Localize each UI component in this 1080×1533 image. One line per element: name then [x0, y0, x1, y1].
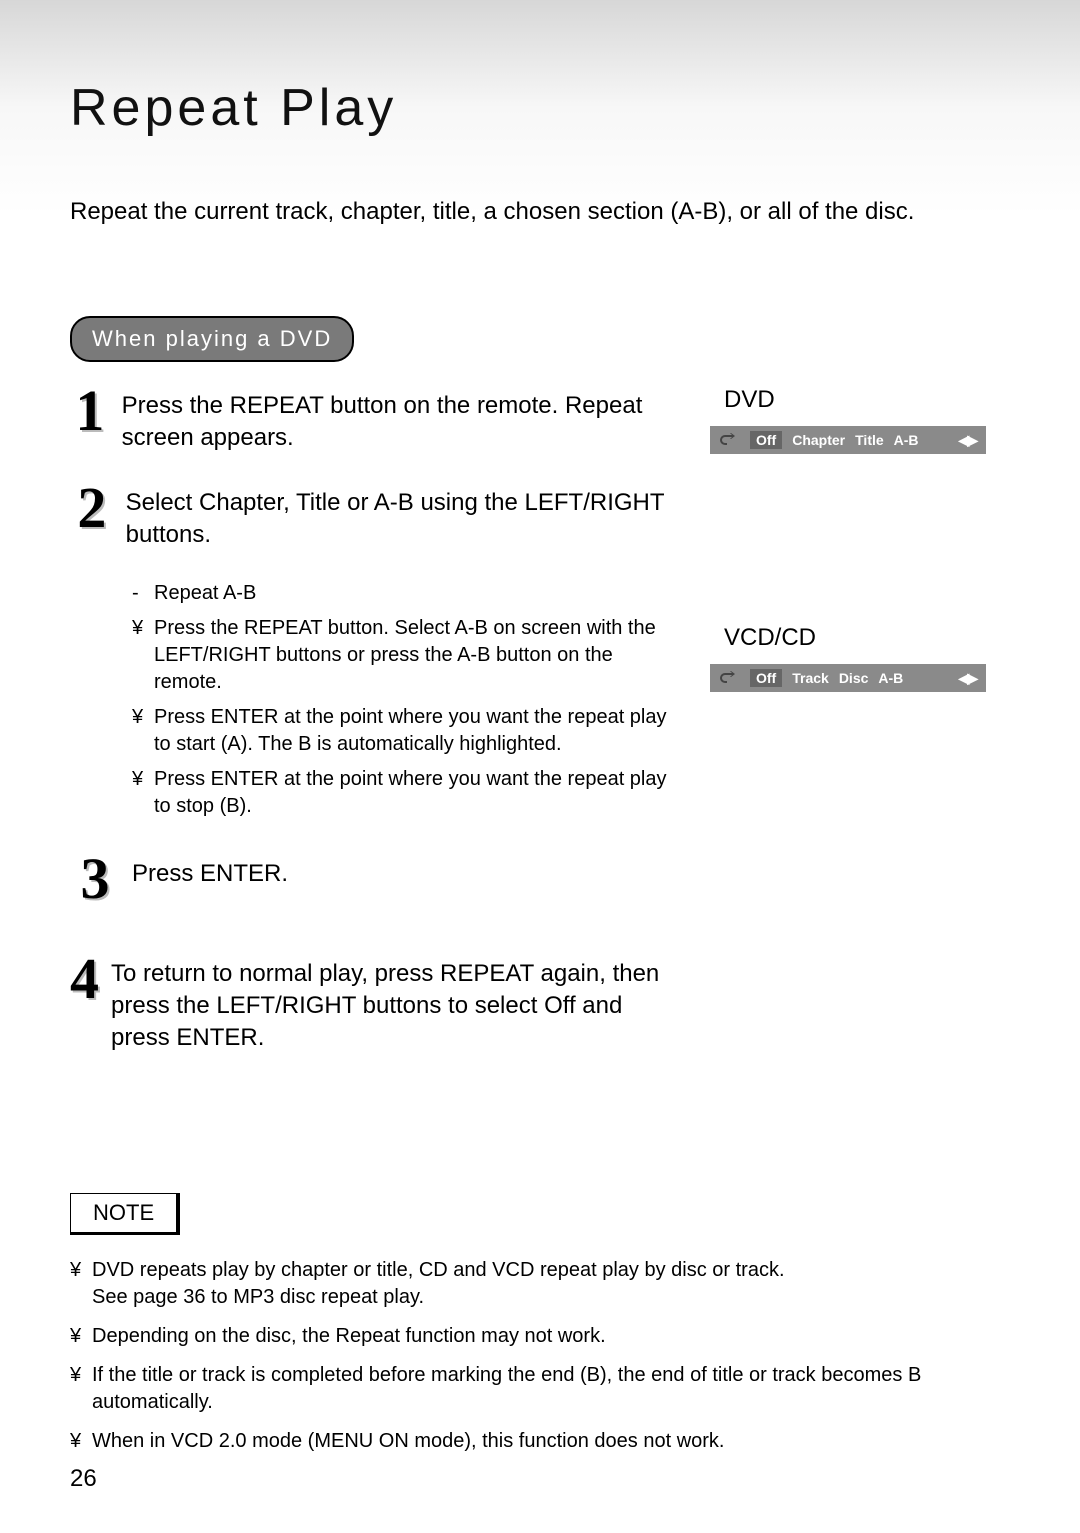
- note-line: DVD repeats play by chapter or title, CD…: [92, 1259, 785, 1281]
- list-item-text: Press ENTER at the point where you want …: [154, 704, 676, 758]
- step-number: 3: [70, 850, 120, 908]
- step-text: To return to normal play, press REPEAT a…: [111, 954, 676, 1055]
- step-text: Press the REPEAT button on the remote. R…: [122, 386, 676, 455]
- repeat-ab-sublist: - Repeat A-B ¥ Press the REPEAT button. …: [132, 580, 676, 820]
- notes-list: ¥ DVD repeats play by chapter or title, …: [70, 1257, 1010, 1455]
- bullet-yen: ¥: [132, 615, 154, 642]
- bullet-dash: -: [132, 580, 154, 607]
- manual-page: Repeat Play Repeat the current track, ch…: [0, 0, 1080, 1533]
- page-number: 26: [70, 1465, 97, 1493]
- repeat-loop-icon: [716, 671, 740, 685]
- osd-vcd-block: VCD/CD Off Track Disc A-B ◀▶: [710, 624, 1010, 692]
- osd-option-title: Title: [855, 432, 884, 448]
- page-title: Repeat Play: [70, 78, 1010, 138]
- section-pill-when-playing-dvd: When playing a DVD: [70, 316, 354, 362]
- step-text: Select Chapter, Title or A-B using the L…: [126, 483, 676, 552]
- list-item: ¥ Press the REPEAT button. Select A-B on…: [132, 615, 676, 696]
- step-text: Press ENTER.: [132, 854, 288, 890]
- list-item: ¥ DVD repeats play by chapter or title, …: [70, 1257, 1010, 1311]
- list-item-text: If the title or track is completed befor…: [92, 1362, 1010, 1416]
- step-number: 2: [70, 479, 114, 537]
- list-item-text: Depending on the disc, the Repeat functi…: [92, 1323, 606, 1350]
- osd-option-track: Track: [792, 670, 829, 686]
- repeat-loop-icon: [716, 433, 740, 447]
- intro-text: Repeat the current track, chapter, title…: [70, 198, 1010, 226]
- step-3: 3 Press ENTER.: [70, 854, 676, 908]
- note-line: See page 36 to MP3 disc repeat play.: [92, 1286, 424, 1308]
- osd-bar-vcd: Off Track Disc A-B ◀▶: [710, 664, 986, 692]
- osd-option-off: Off: [750, 669, 782, 687]
- osd-label-vcd: VCD/CD: [710, 624, 1010, 652]
- left-right-arrows-icon: ◀▶: [958, 670, 976, 687]
- list-item-text: Repeat A-B: [154, 580, 256, 607]
- list-item: - Repeat A-B: [132, 580, 676, 607]
- bullet-yen: ¥: [70, 1323, 92, 1350]
- osd-option-disc: Disc: [839, 670, 869, 686]
- list-item: ¥ Press ENTER at the point where you wan…: [132, 704, 676, 758]
- step-number: 4: [70, 950, 99, 1008]
- bullet-yen: ¥: [70, 1257, 92, 1284]
- bullet-yen: ¥: [132, 704, 154, 731]
- step-number: 1: [70, 382, 110, 440]
- note-header: NOTE: [70, 1193, 180, 1235]
- osd-dvd-block: DVD Off Chapter Title A-B ◀▶: [710, 386, 1010, 454]
- osd-label-dvd: DVD: [710, 386, 1010, 414]
- list-item: ¥ Press ENTER at the point where you wan…: [132, 766, 676, 820]
- list-item-text: When in VCD 2.0 mode (MENU ON mode), thi…: [92, 1428, 724, 1455]
- list-item: ¥ If the title or track is completed bef…: [70, 1362, 1010, 1416]
- osd-option-ab: A-B: [878, 670, 903, 686]
- osd-option-chapter: Chapter: [792, 432, 845, 448]
- bullet-yen: ¥: [70, 1362, 92, 1389]
- bullet-yen: ¥: [132, 766, 154, 793]
- list-item-text: Press ENTER at the point where you want …: [154, 766, 676, 820]
- list-item: ¥ Depending on the disc, the Repeat func…: [70, 1323, 1010, 1350]
- osd-bar-dvd: Off Chapter Title A-B ◀▶: [710, 426, 986, 454]
- list-item-text: DVD repeats play by chapter or title, CD…: [92, 1257, 785, 1311]
- osd-option-off: Off: [750, 431, 782, 449]
- left-right-arrows-icon: ◀▶: [958, 432, 976, 449]
- bullet-yen: ¥: [70, 1428, 92, 1455]
- steps-column: 1 Press the REPEAT button on the remote.…: [70, 386, 676, 1083]
- step-4: 4 To return to normal play, press REPEAT…: [70, 954, 676, 1055]
- list-item: ¥ When in VCD 2.0 mode (MENU ON mode), t…: [70, 1428, 1010, 1455]
- osd-column: DVD Off Chapter Title A-B ◀▶ VCD/CD: [710, 386, 1010, 862]
- list-item-text: Press the REPEAT button. Select A-B on s…: [154, 615, 676, 696]
- osd-option-ab: A-B: [894, 432, 919, 448]
- step-1: 1 Press the REPEAT button on the remote.…: [70, 386, 676, 455]
- content-columns: 1 Press the REPEAT button on the remote.…: [70, 386, 1010, 1083]
- step-2: 2 Select Chapter, Title or A-B using the…: [70, 483, 676, 552]
